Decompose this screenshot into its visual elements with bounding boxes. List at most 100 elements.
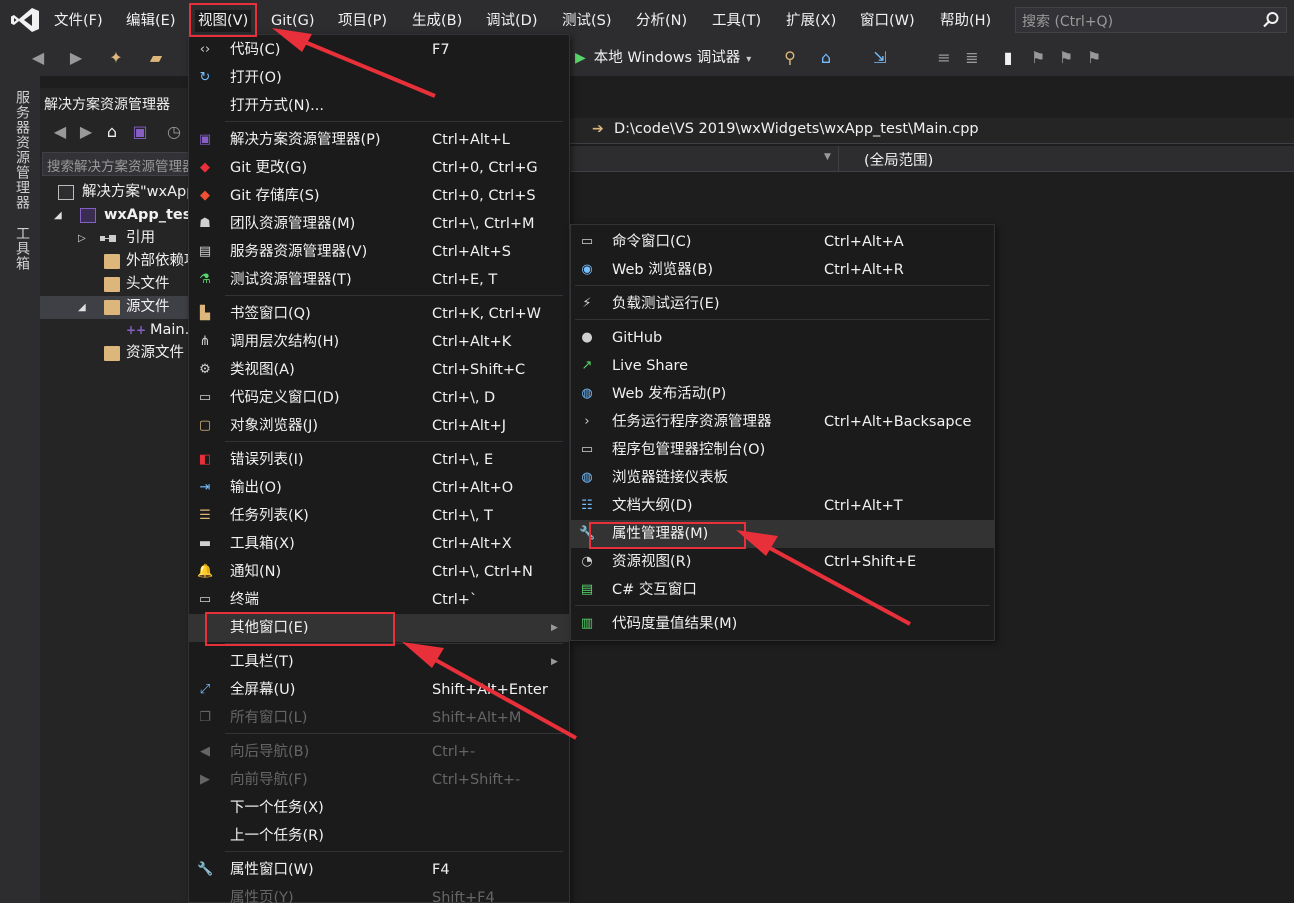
view-menu-item[interactable]: ⇥ 输出(O) Ctrl+Alt+O — [189, 474, 569, 502]
tree-row-header-files[interactable]: 头文件 — [40, 273, 190, 296]
menu-project[interactable]: 项目(P) — [338, 10, 387, 32]
resource-view-icon: ◔ — [581, 554, 593, 569]
tree-row-project[interactable]: ◢ wxApp_test — [40, 204, 190, 227]
menu-tools[interactable]: 工具(T) — [712, 10, 761, 32]
tree-label: 外部依赖项 — [126, 253, 190, 269]
other-windows-menu-item[interactable]: ↗ Live Share — [571, 352, 994, 380]
view-menu-item[interactable]: 🔔 通知(N) Ctrl+\, Ctrl+N — [189, 558, 569, 586]
menu-item-shortcut: Ctrl+Alt+R — [824, 262, 904, 278]
menu-analyze[interactable]: 分析(N) — [636, 10, 687, 32]
view-menu-item[interactable]: ◆ Git 存储库(S) Ctrl+0, Ctrl+S — [189, 182, 569, 210]
other-windows-menu-item[interactable]: ▭ 程序包管理器控制台(O) — [571, 436, 994, 464]
view-menu-item[interactable]: 🔧 属性窗口(W) F4 — [189, 856, 569, 884]
other-windows-menu-item[interactable]: ▥ 代码度量值结果(M) — [571, 610, 994, 638]
tree-row-resource-files[interactable]: 资源文件 — [40, 342, 190, 365]
other-windows-menu-item[interactable]: ☷ 文档大纲(D) Ctrl+Alt+T — [571, 492, 994, 520]
home-icon[interactable]: ⌂ — [816, 48, 836, 68]
view-menu-item[interactable]: ☰ 任务列表(K) Ctrl+\, T — [189, 502, 569, 530]
pending-changes-icon[interactable]: ◷ — [164, 122, 184, 142]
view-menu-item[interactable]: ⋔ 调用层次结构(H) Ctrl+Alt+K — [189, 328, 569, 356]
other-windows-menu-item[interactable]: ⚡ 负载测试运行(E) — [571, 290, 994, 318]
switch-views-icon[interactable]: ▣ — [130, 122, 150, 142]
other-windows-menu-item[interactable]: › 任务运行程序资源管理器 Ctrl+Alt+Backsapce — [571, 408, 994, 436]
clear-bookmarks-icon[interactable]: ⚑ — [1084, 48, 1104, 68]
next-bookmark-icon[interactable]: ⚑ — [1056, 48, 1076, 68]
view-menu-item[interactable]: ◧ 错误列表(I) Ctrl+\, E — [189, 446, 569, 474]
other-windows-menu-item[interactable]: ◍ Web 发布活动(P) — [571, 380, 994, 408]
view-menu-item[interactable]: ▬ 工具箱(X) Ctrl+Alt+X — [189, 530, 569, 558]
view-menu-item[interactable]: ◆ Git 更改(G) Ctrl+0, Ctrl+G — [189, 154, 569, 182]
back-icon[interactable]: ◀ — [28, 48, 48, 68]
other-windows-menu-item[interactable]: ▤ C# 交互窗口 — [571, 576, 994, 604]
divider — [838, 146, 839, 172]
view-menu-item[interactable]: 工具栏(T) ▶ — [189, 648, 569, 676]
tree-row-solution[interactable]: 解决方案"wxApp_test" — [40, 181, 190, 204]
start-debugger-button[interactable]: ▶ 本地 Windows 调试器 ▾ — [575, 46, 751, 70]
server-explorer-icon: ▤ — [198, 244, 212, 259]
fullscreen-icon: ⤢ — [199, 682, 211, 697]
forward-icon[interactable]: ▶ — [66, 48, 86, 68]
menu-file[interactable]: 文件(F) — [54, 10, 103, 32]
bookmark-icon[interactable]: ▮ — [998, 48, 1018, 68]
chevron-down-icon[interactable]: ▼ — [824, 152, 831, 162]
prev-bookmark-icon[interactable]: ⚑ — [1028, 48, 1048, 68]
view-menu-item[interactable]: ⚗ 测试资源管理器(T) Ctrl+E, T — [189, 266, 569, 294]
menu-test[interactable]: 测试(S) — [562, 10, 612, 32]
view-menu-item[interactable]: 下一个任务(X) — [189, 794, 569, 822]
tree-row-main-cpp[interactable]: ++ Main.cpp — [40, 319, 190, 342]
search-input[interactable]: 搜索 (Ctrl+Q) — [1015, 7, 1287, 33]
menu-item-label: 解决方案资源管理器(P) — [230, 132, 381, 148]
view-menu-item[interactable]: ▢ 对象浏览器(J) Ctrl+Alt+J — [189, 412, 569, 440]
other-windows-menu-item[interactable]: ● GitHub — [571, 324, 994, 352]
menu-git[interactable]: Git(G) — [271, 10, 315, 32]
side-tab-server-explorer[interactable]: 服务器资源管理器 — [12, 90, 32, 210]
uncomment-icon[interactable]: ≣ — [962, 48, 982, 68]
view-menu-item[interactable]: ▙ 书签窗口(Q) Ctrl+K, Ctrl+W — [189, 300, 569, 328]
menu-help[interactable]: 帮助(H) — [940, 10, 991, 32]
menu-item-label: 服务器资源管理器(V) — [230, 244, 368, 260]
menu-item-label: 任务列表(K) — [230, 508, 309, 524]
step-icon[interactable]: ⇲ — [870, 48, 890, 68]
comment-icon[interactable]: ≡ — [934, 48, 954, 68]
open-file-icon[interactable]: ▰ — [146, 48, 166, 68]
view-menu-item[interactable]: ▣ 解决方案资源管理器(P) Ctrl+Alt+L — [189, 126, 569, 154]
scope-dropdown[interactable]: (全局范围) — [864, 149, 933, 170]
forward-icon[interactable]: ▶ — [76, 122, 96, 142]
other-windows-menu-item[interactable]: ◉ Web 浏览器(B) Ctrl+Alt+R — [571, 256, 994, 284]
menu-item-label: 测试资源管理器(T) — [230, 272, 352, 288]
view-menu-item[interactable]: 上一个任务(R) — [189, 822, 569, 850]
chevron-down-icon: ▾ — [746, 54, 752, 65]
view-menu-item[interactable]: ▭ 终端 Ctrl+` — [189, 586, 569, 614]
solution-search-input[interactable]: 搜索解决方案资源管理器 — [42, 152, 190, 176]
menu-edit[interactable]: 编辑(E) — [126, 10, 175, 32]
menu-item-shortcut: Ctrl+` — [432, 592, 478, 608]
view-menu-item[interactable]: ‹› 代码(C) F7 — [189, 36, 569, 64]
side-tab-toolbox[interactable]: 工具箱 — [12, 226, 32, 271]
package-console-icon: ▭ — [580, 442, 594, 457]
menu-debug[interactable]: 调试(D) — [486, 10, 537, 32]
view-menu-item[interactable]: ⤢ 全屏幕(U) Shift+Alt+Enter — [189, 676, 569, 704]
view-menu-item[interactable]: ☗ 团队资源管理器(M) Ctrl+\, Ctrl+M — [189, 210, 569, 238]
menu-build[interactable]: 生成(B) — [412, 10, 462, 32]
back-icon[interactable]: ◀ — [50, 122, 70, 142]
view-menu-item[interactable]: ⚙ 类视图(A) Ctrl+Shift+C — [189, 356, 569, 384]
view-menu-item[interactable]: ▭ 代码定义窗口(D) Ctrl+\, D — [189, 384, 569, 412]
new-project-icon[interactable]: ✦ — [106, 48, 126, 68]
menu-item-shortcut: Ctrl+Alt+S — [432, 244, 511, 260]
other-windows-menu-item[interactable]: ◍ 浏览器链接仪表板 — [571, 464, 994, 492]
view-menu-item[interactable]: ▤ 服务器资源管理器(V) Ctrl+Alt+S — [189, 238, 569, 266]
menu-window[interactable]: 窗口(W) — [860, 10, 915, 32]
git-repo-icon: ◆ — [200, 188, 210, 203]
tree-row-references[interactable]: ▷ 引用 — [40, 227, 190, 250]
menu-extensions[interactable]: 扩展(X) — [786, 10, 836, 32]
other-windows-menu-item[interactable]: ▭ 命令窗口(C) Ctrl+Alt+A — [571, 228, 994, 256]
tree-row-external-deps[interactable]: 外部依赖项 — [40, 250, 190, 273]
view-menu-item[interactable]: ↻ 打开(O) — [189, 64, 569, 92]
tree-row-source-files[interactable]: ◢ 源文件 — [40, 296, 190, 319]
find-in-files-icon[interactable]: ⚲ — [780, 48, 800, 68]
other-windows-menu-item[interactable]: ◔ 资源视图(R) Ctrl+Shift+E — [571, 548, 994, 576]
expanded-arrow-icon: ◢ — [54, 210, 62, 221]
home-icon[interactable]: ⌂ — [102, 122, 122, 142]
view-menu-item: 属性页(Y) Shift+F4 — [189, 884, 569, 903]
view-menu-item[interactable]: 打开方式(N)... — [189, 92, 569, 120]
